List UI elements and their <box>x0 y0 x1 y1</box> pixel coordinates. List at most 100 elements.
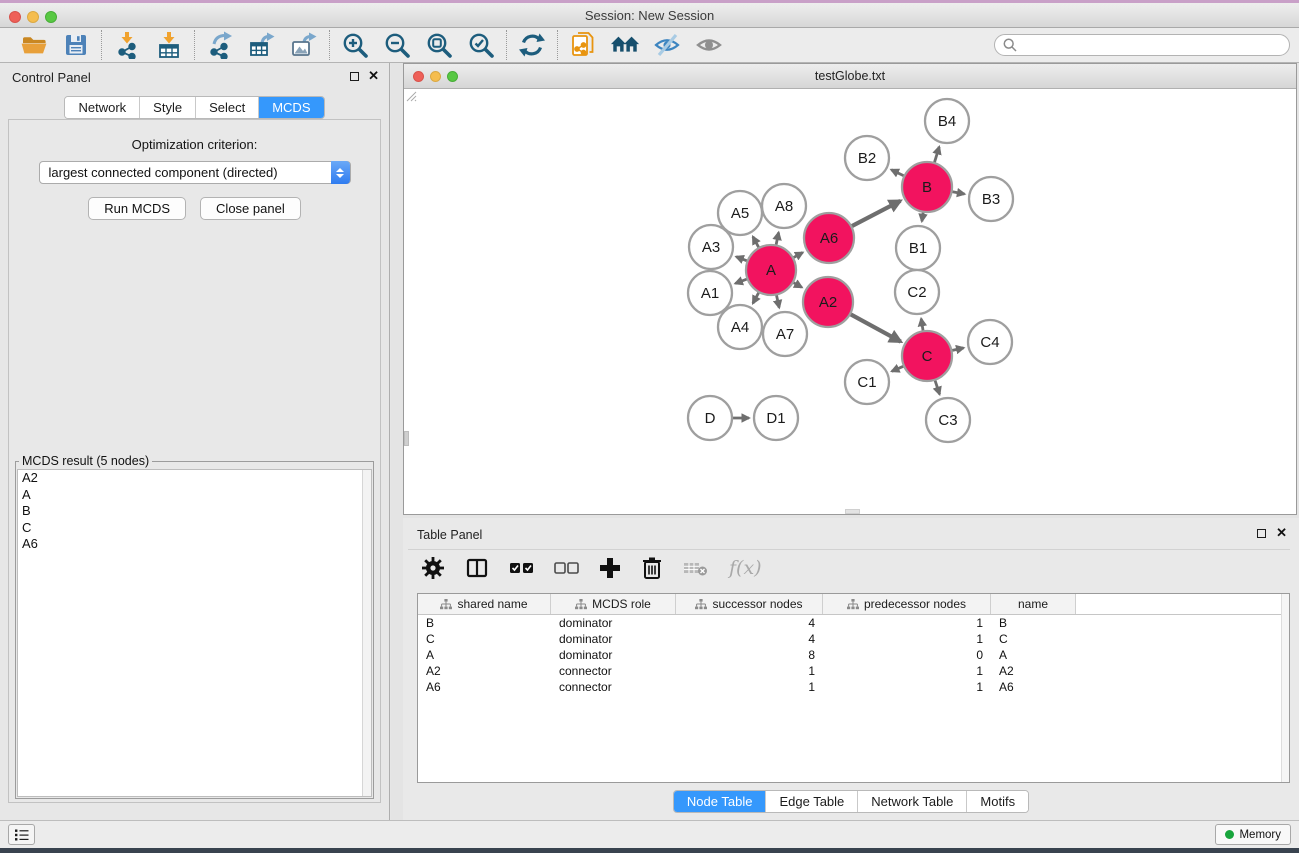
add-column-icon[interactable] <box>599 557 621 579</box>
zoom-window-button[interactable] <box>45 11 57 23</box>
graph-node[interactable]: C1 <box>845 360 889 404</box>
open-session-icon[interactable] <box>19 30 49 60</box>
column-header[interactable]: MCDS role <box>551 594 676 614</box>
close-panel-icon[interactable]: ✕ <box>368 71 379 81</box>
select-all-icon[interactable] <box>509 560 534 576</box>
result-list-item[interactable]: A <box>18 487 371 504</box>
graph-node[interactable]: A2 <box>803 277 853 327</box>
network-from-file-icon[interactable] <box>568 30 598 60</box>
graph-node[interactable]: A6 <box>804 213 854 263</box>
result-list-item[interactable]: A6 <box>18 536 371 553</box>
delete-table-icon[interactable] <box>683 559 709 577</box>
table-cell[interactable]: 1 <box>823 664 991 678</box>
import-network-icon[interactable] <box>112 30 142 60</box>
table-cell[interactable]: dominator <box>551 632 676 646</box>
graph-node[interactable]: C <box>902 331 952 381</box>
graph-node[interactable]: D1 <box>754 396 798 440</box>
graph-node[interactable]: A7 <box>763 312 807 356</box>
graph-node[interactable]: B2 <box>845 136 889 180</box>
table-cell[interactable]: 8 <box>676 648 823 662</box>
graph-node[interactable]: A4 <box>718 305 762 349</box>
graph-node[interactable]: D <box>688 396 732 440</box>
network-zoom-button[interactable] <box>447 71 458 82</box>
table-cell[interactable]: A2 <box>418 664 551 678</box>
task-history-button[interactable] <box>8 824 35 845</box>
mcds-result-list[interactable]: A2ABCA6 <box>17 469 372 797</box>
result-list-item[interactable]: C <box>18 520 371 537</box>
graph-node[interactable]: C4 <box>968 320 1012 364</box>
save-session-icon[interactable] <box>61 30 91 60</box>
table-cell[interactable]: 1 <box>823 680 991 694</box>
table-row[interactable]: Cdominator41C <box>418 631 1289 647</box>
table-cell[interactable]: 4 <box>676 632 823 646</box>
column-header[interactable]: shared name <box>418 594 551 614</box>
node-table[interactable]: shared nameMCDS rolesuccessor nodesprede… <box>417 593 1290 783</box>
result-list-item[interactable]: B <box>18 503 371 520</box>
table-cell[interactable]: 1 <box>676 664 823 678</box>
result-list-scrollbar[interactable] <box>362 470 371 796</box>
graph-node[interactable]: A <box>746 245 796 295</box>
table-cell[interactable]: dominator <box>551 616 676 630</box>
tab-select[interactable]: Select <box>196 97 259 118</box>
table-cell[interactable]: A2 <box>991 664 1076 678</box>
close-window-button[interactable] <box>9 11 21 23</box>
table-cell[interactable]: A6 <box>991 680 1076 694</box>
table-cell[interactable]: A <box>991 648 1076 662</box>
split-columns-icon[interactable] <box>465 556 489 580</box>
minimize-window-button[interactable] <box>27 11 39 23</box>
deselect-all-icon[interactable] <box>554 560 579 576</box>
table-cell[interactable]: B <box>418 616 551 630</box>
export-table-icon[interactable] <box>247 30 277 60</box>
function-builder-icon[interactable]: f(x) <box>729 557 762 579</box>
table-scrollbar[interactable] <box>1281 594 1289 782</box>
tab-mcds[interactable]: MCDS <box>259 97 323 118</box>
criterion-select[interactable]: largest connected component (directed) <box>39 161 351 184</box>
graph-node[interactable]: A8 <box>762 184 806 228</box>
refresh-icon[interactable] <box>517 30 547 60</box>
export-image-icon[interactable] <box>289 30 319 60</box>
result-list-item[interactable]: A2 <box>18 470 371 487</box>
network-graph[interactable]: A5A8A3A1A4A7AA6A2B2B4BB3B1C2CC4C1C3DD1 <box>404 89 1296 514</box>
tab-network[interactable]: Network <box>65 97 140 118</box>
canvas-vscroll-thumb[interactable] <box>404 431 409 446</box>
graph-node[interactable]: B <box>902 162 952 212</box>
table-row[interactable]: Bdominator41B <box>418 615 1289 631</box>
column-header[interactable]: name <box>991 594 1076 614</box>
home-icon[interactable] <box>610 30 640 60</box>
tab-network-table[interactable]: Network Table <box>858 791 967 812</box>
table-cell[interactable]: C <box>418 632 551 646</box>
network-minimize-button[interactable] <box>430 71 441 82</box>
float-table-panel-icon[interactable] <box>1257 529 1266 538</box>
canvas-hscroll-thumb[interactable] <box>845 509 860 514</box>
zoom-fit-icon[interactable] <box>424 30 454 60</box>
table-row[interactable]: A6connector11A6 <box>418 679 1289 695</box>
column-header[interactable]: successor nodes <box>676 594 823 614</box>
table-cell[interactable]: A6 <box>418 680 551 694</box>
graph-node[interactable]: B4 <box>925 99 969 143</box>
network-window[interactable]: testGlobe.txt A5A8A3A1A4A7AA6A2B2B4BB3B1… <box>403 63 1297 515</box>
show-graphics-details-icon[interactable] <box>694 30 724 60</box>
close-panel-button[interactable]: Close panel <box>200 197 301 220</box>
hide-graphics-details-icon[interactable] <box>652 30 682 60</box>
close-table-panel-icon[interactable]: ✕ <box>1276 528 1287 538</box>
zoom-in-icon[interactable] <box>340 30 370 60</box>
table-cell[interactable]: connector <box>551 680 676 694</box>
table-row[interactable]: Adominator80A <box>418 647 1289 663</box>
table-cell[interactable]: 1 <box>823 632 991 646</box>
main-titlebar[interactable]: Session: New Session <box>0 3 1299 28</box>
table-cell[interactable]: 1 <box>676 680 823 694</box>
table-settings-icon[interactable] <box>421 556 445 580</box>
delete-column-icon[interactable] <box>641 556 663 580</box>
graph-node[interactable]: A3 <box>689 225 733 269</box>
table-cell[interactable]: connector <box>551 664 676 678</box>
graph-node[interactable]: C2 <box>895 270 939 314</box>
table-cell[interactable]: 4 <box>676 616 823 630</box>
tab-node-table[interactable]: Node Table <box>674 791 767 812</box>
import-table-icon[interactable] <box>154 30 184 60</box>
column-header[interactable]: predecessor nodes <box>823 594 991 614</box>
tab-style[interactable]: Style <box>140 97 196 118</box>
memory-button[interactable]: Memory <box>1215 824 1291 845</box>
zoom-out-icon[interactable] <box>382 30 412 60</box>
search-input[interactable] <box>994 34 1290 56</box>
float-panel-icon[interactable] <box>350 72 359 81</box>
